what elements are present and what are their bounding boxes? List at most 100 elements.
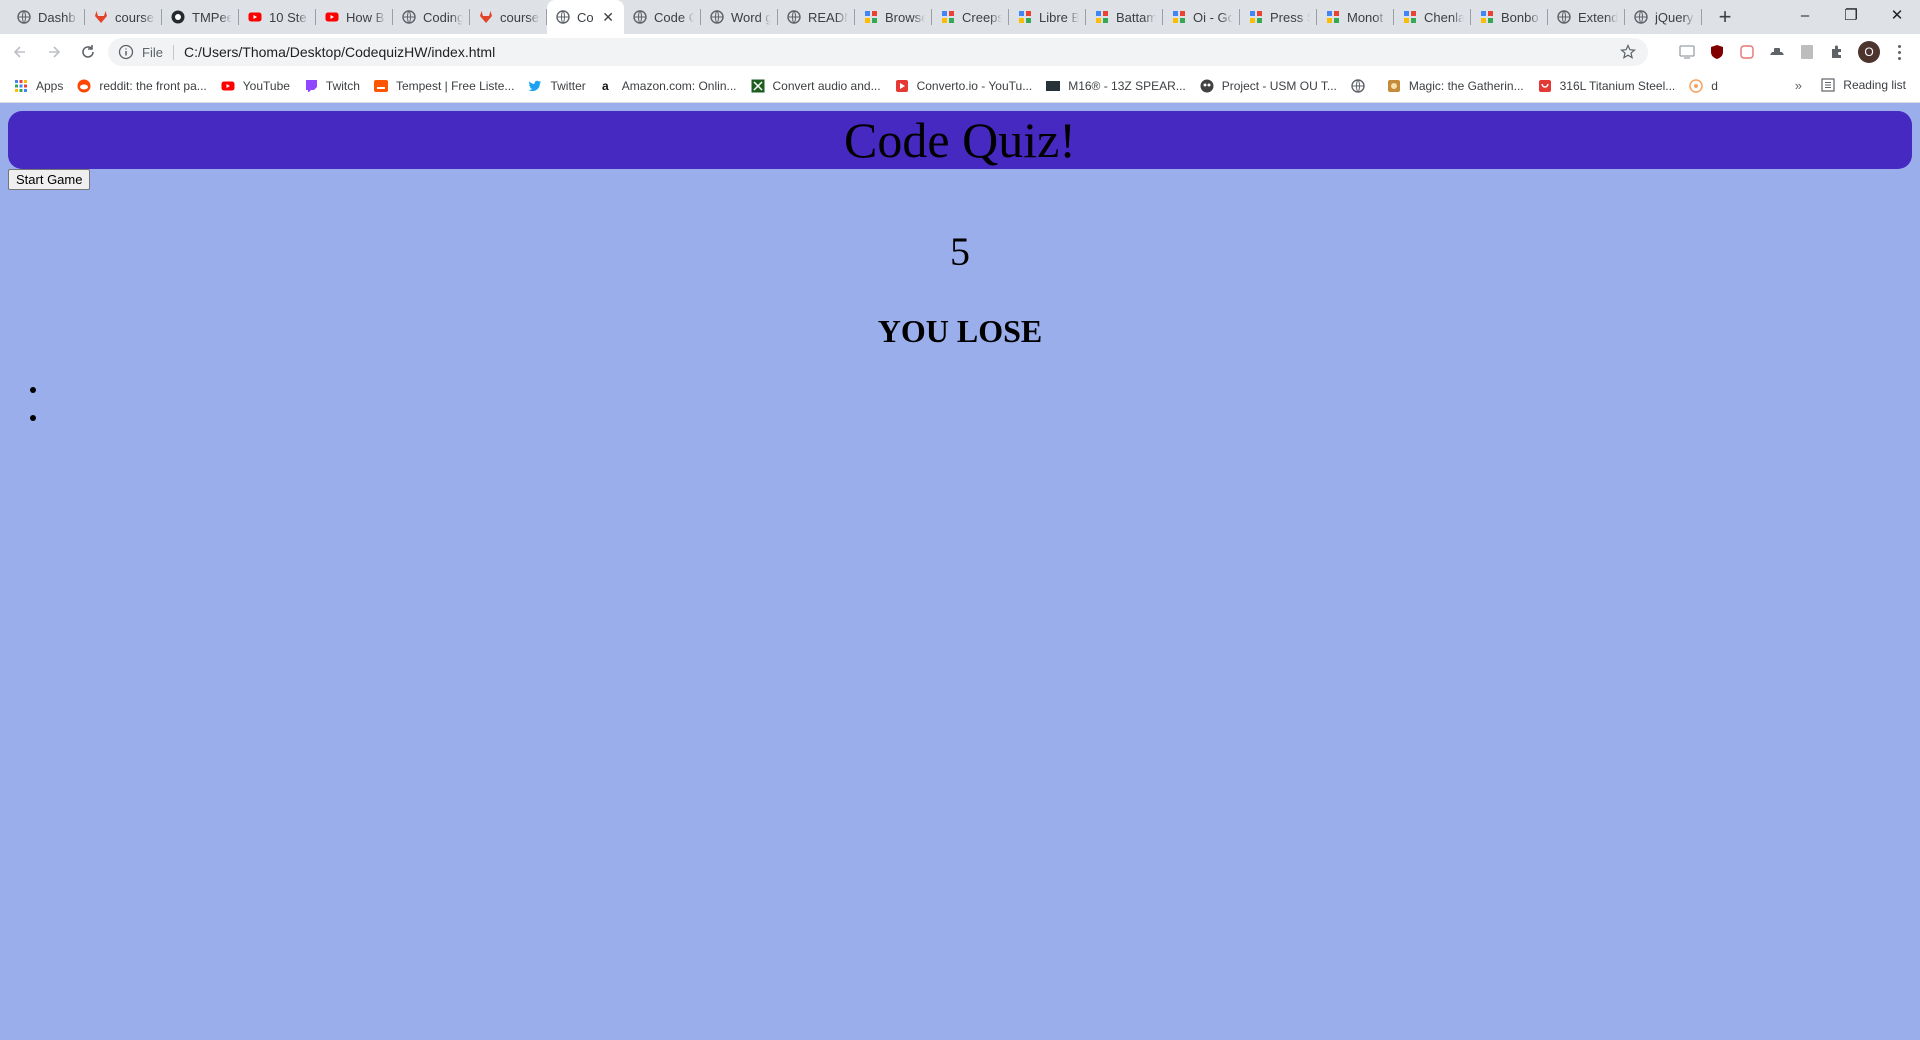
bookmark-item[interactable]: reddit: the front pa...	[77, 79, 207, 93]
profile-avatar[interactable]: O	[1858, 41, 1880, 63]
extension-hat-icon[interactable]	[1768, 43, 1786, 61]
tab-title: Bonbo	[1501, 9, 1539, 25]
tab-title: Code C	[654, 9, 694, 25]
bookmark-label: YouTube	[242, 79, 290, 93]
browser-tab[interactable]: course	[85, 0, 162, 34]
puzzle-icon	[863, 9, 879, 25]
bookmark-item[interactable]: a Amazon.com: Onlin...	[600, 79, 737, 93]
bookmark-item[interactable]: YouTube	[221, 79, 290, 93]
back-button[interactable]	[6, 38, 34, 66]
close-tab-icon[interactable]: ✕	[602, 9, 614, 26]
bookmarks-bar: Apps reddit: the front pa... YouTube Twitch…	[0, 70, 1920, 103]
globe-icon	[1633, 9, 1649, 25]
project-icon	[1200, 79, 1214, 93]
address-protocol: File	[142, 44, 174, 60]
restore-button[interactable]: ❐	[1828, 0, 1874, 30]
address-bar[interactable]: File C:/Users/Thoma/Desktop/CodequizHW/i…	[108, 38, 1648, 66]
browser-tab[interactable]: Browse	[855, 0, 932, 34]
browser-tab[interactable]: Co ✕	[547, 0, 624, 34]
extension-css-icon[interactable]	[1678, 43, 1696, 61]
tab-title: Dashb	[38, 9, 76, 25]
browser-tab[interactable]: READN	[778, 0, 855, 34]
bookmark-label: 316L Titanium Steel...	[1559, 79, 1676, 93]
ublock-shield-icon[interactable]	[1708, 43, 1726, 61]
browser-tab[interactable]: Monot	[1317, 0, 1394, 34]
reading-list-button[interactable]: Reading list	[1821, 78, 1906, 92]
bookmark-label: Twitter	[550, 79, 586, 93]
bookmark-item[interactable]: 316L Titanium Steel...	[1538, 79, 1676, 93]
bookmark-list: Apps reddit: the front pa... YouTube Twitch…	[0, 79, 1718, 93]
youtube-icon	[247, 9, 263, 25]
tab-title: Chenla	[1424, 9, 1464, 25]
tab-title: 10 Ste	[269, 9, 307, 25]
globe-icon	[632, 9, 648, 25]
globe-icon	[401, 9, 417, 25]
bookmarks-overflow-button[interactable]: »	[1795, 78, 1802, 93]
close-window-button[interactable]: ✕	[1874, 0, 1920, 30]
bookmark-label: Amazon.com: Onlin...	[621, 79, 737, 93]
tab-title: Extend	[1578, 9, 1618, 25]
tab-title: Press S	[1270, 9, 1310, 25]
tab-title: Creeps	[962, 9, 1002, 25]
bookmark-label: Magic: the Gatherin...	[1408, 79, 1524, 93]
bookmark-label: Twitch	[325, 79, 360, 93]
youtube-icon	[324, 9, 340, 25]
browser-tab[interactable]: Extend	[1548, 0, 1625, 34]
quiz-header: Code Quiz!	[8, 111, 1912, 169]
bookmark-item[interactable]: Apps	[14, 79, 63, 93]
back-arrow-icon	[13, 46, 25, 58]
bookmark-star-icon[interactable]	[1620, 44, 1636, 60]
bookmark-item[interactable]: Project - USM OU T...	[1200, 79, 1337, 93]
minimize-button[interactable]: –	[1782, 0, 1828, 30]
bookmark-item[interactable]: M16® - 13Z SPEAR...	[1046, 79, 1186, 93]
browser-tab[interactable]: Dashb	[8, 0, 85, 34]
bookmark-item[interactable]: Twitch	[304, 79, 360, 93]
reload-button[interactable]	[74, 38, 102, 66]
browser-tab[interactable]: Libre B	[1009, 0, 1086, 34]
bookmark-item[interactable]: Convert audio and...	[751, 79, 881, 93]
bookmark-item[interactable]: Magic: the Gatherin...	[1387, 79, 1524, 93]
start-game-button[interactable]: Start Game	[8, 169, 91, 190]
tab-title: course	[115, 9, 155, 25]
tab-title: course	[500, 9, 540, 25]
browser-tab[interactable]: Coding	[393, 0, 470, 34]
bookmark-label: Convert audio and...	[772, 79, 881, 93]
bookmark-label: reddit: the front pa...	[99, 79, 207, 93]
puzzle-icon	[940, 9, 956, 25]
reading-list-icon	[1821, 78, 1835, 92]
browser-tab[interactable]: Battam	[1086, 0, 1163, 34]
browser-tab[interactable]: Oi - Go	[1163, 0, 1240, 34]
browser-tab[interactable]: Code C	[624, 0, 701, 34]
browser-tab[interactable]: How B	[316, 0, 393, 34]
puzzle-icon	[1248, 9, 1264, 25]
bookmark-label: M16® - 13Z SPEAR...	[1068, 79, 1186, 93]
browser-tab[interactable]: Creeps	[932, 0, 1009, 34]
bookmark-item[interactable]: Twitter	[528, 79, 586, 93]
extension-pdf-icon[interactable]	[1798, 43, 1816, 61]
forward-button[interactable]	[40, 38, 68, 66]
browser-tab[interactable]: Bonbo	[1471, 0, 1548, 34]
browser-tab[interactable]: Word g	[701, 0, 778, 34]
puzzle-icon	[1171, 9, 1187, 25]
tab-strip: Dashb course TMPee 10 Ste How B Coding course C…	[0, 0, 1920, 34]
bookmark-item[interactable]: d	[1689, 79, 1718, 93]
browser-tab[interactable]: Chenla	[1394, 0, 1471, 34]
bookmark-item[interactable]	[1351, 79, 1373, 93]
bookmark-item[interactable]: Converto.io - YouTu...	[895, 79, 1032, 93]
browser-menu-icon[interactable]	[1892, 44, 1906, 60]
bookmark-item[interactable]: Tempest | Free Liste...	[373, 79, 514, 93]
extensions-puzzle-icon[interactable]	[1828, 43, 1846, 61]
browser-tab[interactable]: Press S	[1240, 0, 1317, 34]
info-icon	[118, 44, 134, 60]
extension-red-icon[interactable]	[1738, 43, 1756, 61]
browser-tab[interactable]: jQuery	[1625, 0, 1702, 34]
apps-grid-icon	[14, 79, 28, 93]
browser-toolbar: File C:/Users/Thoma/Desktop/CodequizHW/i…	[0, 34, 1920, 70]
browser-tab[interactable]: TMPee	[162, 0, 239, 34]
new-tab-button[interactable]: +	[1708, 0, 1742, 34]
bookmark-label: Apps	[36, 79, 64, 93]
browser-tab[interactable]: course	[470, 0, 547, 34]
browser-tab[interactable]: 10 Ste	[239, 0, 316, 34]
bookmark-label: d	[1711, 79, 1718, 93]
puzzle-icon	[1325, 9, 1341, 25]
